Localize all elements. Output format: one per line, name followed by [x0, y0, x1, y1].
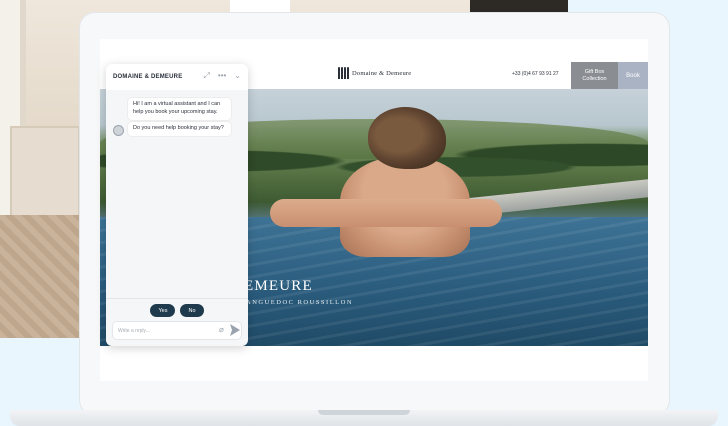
laptop-base	[10, 410, 718, 426]
no-reply-button[interactable]: No	[180, 304, 204, 317]
yes-reply-button[interactable]: Yes	[150, 304, 176, 317]
chat-header-controls: ⤢ ••• ⌄	[203, 72, 241, 80]
woman-in-pool	[270, 107, 510, 267]
chat-widget: DOMAINE & DEMEURE ⤢ ••• ⌄ Hi! I am a vir…	[106, 64, 248, 346]
phone-number[interactable]: +33 (0)4 67 93 91 27	[512, 71, 559, 77]
chat-divider	[106, 298, 248, 299]
bot-message: Hi! I am a virtual assistant and I can h…	[127, 97, 232, 121]
chat-composer: ⌀	[112, 321, 242, 340]
hero-subtitle: ANGUEDOC ROUSSILLON	[246, 299, 354, 306]
more-options-icon[interactable]: •••	[218, 72, 226, 80]
book-button[interactable]: Book	[618, 62, 648, 89]
ceiling-shadow	[470, 0, 568, 12]
doorway-light	[230, 0, 290, 12]
wall-panel	[10, 126, 80, 218]
cypress-trees-icon	[338, 67, 349, 79]
reply-input[interactable]	[118, 325, 208, 336]
site-logo[interactable]: Domaine & Demeure	[338, 67, 411, 79]
gift-box-collection-button[interactable]: Gift Box Collection	[571, 62, 618, 89]
expand-icon[interactable]: ⤢	[203, 72, 209, 80]
logo-text: Domaine & Demeure	[352, 69, 412, 77]
attachment-icon[interactable]: ⌀	[219, 325, 224, 334]
laptop-notch	[318, 410, 410, 415]
chat-header: DOMAINE & DEMEURE ⤢ ••• ⌄	[106, 64, 248, 90]
bot-message: Do you need help booking your stay?	[127, 121, 232, 137]
hero-title: EMEURE	[244, 278, 313, 294]
chevron-down-icon[interactable]: ⌄	[234, 72, 241, 80]
bot-avatar-icon	[113, 125, 124, 136]
quick-replies: Yes No	[106, 304, 248, 317]
chat-title: DOMAINE & DEMEURE	[113, 74, 183, 80]
send-icon[interactable]	[230, 324, 240, 336]
